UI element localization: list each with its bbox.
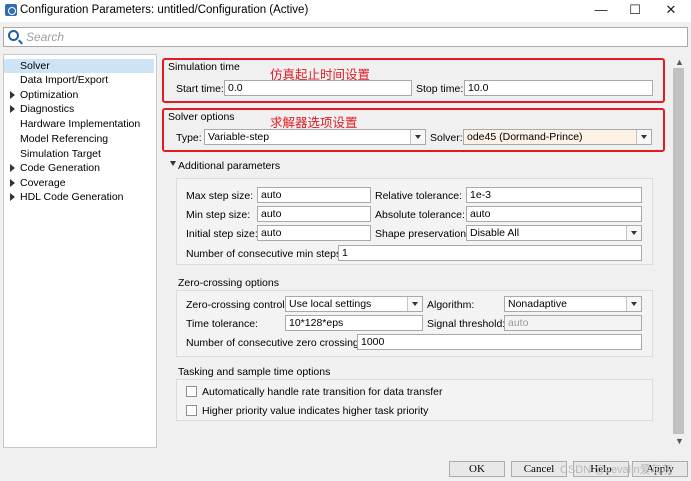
expand-arrow-icon[interactable] bbox=[10, 193, 15, 201]
dropdown-value: Nonadaptive bbox=[508, 298, 567, 310]
chevron-down-icon[interactable] bbox=[636, 130, 651, 144]
algorithm-dropdown[interactable]: Nonadaptive bbox=[504, 296, 642, 312]
consecutive-min-steps-field[interactable]: 1 bbox=[338, 245, 642, 261]
tree-item-optimization[interactable]: Optimization bbox=[4, 88, 154, 102]
simulation-time-title: Simulation time bbox=[168, 61, 240, 73]
higher-priority-checkbox[interactable] bbox=[186, 405, 197, 416]
signal-threshold-field: auto bbox=[504, 315, 642, 331]
initial-step-label: Initial step size: bbox=[186, 228, 258, 240]
watermark: CSDN @zevalin爱灰灰 bbox=[560, 464, 673, 476]
close-button[interactable]: ✕ bbox=[656, 0, 686, 22]
auto-rate-transition-checkbox[interactable] bbox=[186, 386, 197, 397]
solver-dropdown[interactable]: ode45 (Dormand-Prince) bbox=[463, 129, 652, 145]
tree-item-data-import-export[interactable]: Data Import/Export bbox=[4, 73, 154, 87]
consecutive-zero-crossings-label: Number of consecutive zero crossings: bbox=[186, 337, 367, 349]
max-step-label: Max step size: bbox=[186, 190, 254, 202]
collapse-arrow-icon[interactable] bbox=[170, 161, 176, 166]
tree-item-label: Model Referencing bbox=[20, 133, 109, 145]
start-time-label: Start time: bbox=[176, 83, 224, 95]
tree-item-coverage[interactable]: Coverage bbox=[4, 176, 154, 190]
expand-arrow-icon[interactable] bbox=[10, 164, 15, 172]
chevron-down-icon[interactable] bbox=[410, 130, 425, 144]
tree-item-label: Data Import/Export bbox=[20, 74, 109, 86]
tree-item-label: Coverage bbox=[20, 177, 66, 189]
tree-item-model-referencing[interactable]: Model Referencing bbox=[4, 132, 154, 146]
relative-tolerance-label: Relative tolerance: bbox=[375, 190, 462, 202]
tree-item-diagnostics[interactable]: Diagnostics bbox=[4, 102, 154, 116]
tree-item-label: HDL Code Generation bbox=[20, 191, 124, 203]
stop-time-label: Stop time: bbox=[416, 83, 464, 95]
scrollbar-thumb[interactable] bbox=[673, 68, 684, 434]
absolute-tolerance-label: Absolute tolerance: bbox=[375, 209, 465, 221]
dropdown-value: Use local settings bbox=[289, 298, 372, 310]
search-icon bbox=[8, 30, 19, 41]
tree-item-hdl-code-generation[interactable]: HDL Code Generation bbox=[4, 190, 154, 204]
auto-rate-transition-label: Automatically handle rate transition for… bbox=[202, 386, 443, 398]
zero-crossing-control-dropdown[interactable]: Use local settings bbox=[285, 296, 423, 312]
relative-tolerance-field[interactable]: 1e-3 bbox=[466, 187, 642, 203]
tree-item-label: Hardware Implementation bbox=[20, 118, 141, 130]
chevron-down-icon[interactable] bbox=[626, 297, 641, 311]
stop-time-field[interactable]: 10.0 bbox=[464, 80, 653, 96]
additional-parameters-title[interactable]: Additional parameters bbox=[178, 160, 280, 172]
zero-crossing-control-label: Zero-crossing control: bbox=[186, 299, 288, 311]
tree-item-label: Code Generation bbox=[20, 162, 100, 174]
chevron-down-icon[interactable] bbox=[407, 297, 422, 311]
solver-options-title: Solver options bbox=[168, 111, 235, 123]
window-title: Configuration Parameters: untitled/Confi… bbox=[20, 4, 309, 16]
search-box[interactable] bbox=[3, 27, 688, 47]
cancel-button[interactable]: Cancel bbox=[511, 461, 567, 477]
tree-item-label: Optimization bbox=[20, 89, 79, 101]
expand-arrow-icon[interactable] bbox=[10, 179, 15, 187]
type-label: Type: bbox=[176, 132, 202, 144]
absolute-tolerance-field[interactable]: auto bbox=[466, 206, 642, 222]
time-tolerance-label: Time tolerance: bbox=[186, 318, 258, 330]
title-bar: Configuration Parameters: untitled/Confi… bbox=[0, 0, 691, 22]
signal-threshold-label: Signal threshold: bbox=[427, 318, 506, 330]
dropdown-value: Disable All bbox=[470, 227, 520, 239]
dropdown-value: ode45 (Dormand-Prince) bbox=[467, 131, 583, 143]
minimize-button[interactable]: — bbox=[586, 0, 616, 22]
tree-item-label: Simulation Target bbox=[20, 148, 101, 160]
tree-item-simulation-target[interactable]: Simulation Target bbox=[4, 147, 154, 161]
solver-type-dropdown[interactable]: Variable-step bbox=[204, 129, 426, 145]
tree-item-code-generation[interactable]: Code Generation bbox=[4, 161, 154, 175]
initial-step-field[interactable]: auto bbox=[257, 225, 371, 241]
expand-arrow-icon[interactable] bbox=[10, 105, 15, 113]
search-input[interactable] bbox=[26, 29, 676, 45]
category-tree: Solver Data Import/Export Optimization D… bbox=[3, 54, 157, 448]
shape-preservation-label: Shape preservation: bbox=[375, 228, 469, 240]
simulink-app-icon bbox=[5, 4, 17, 16]
solver-label: Solver: bbox=[430, 132, 463, 144]
tree-item-label: Diagnostics bbox=[20, 103, 75, 115]
maximize-button[interactable]: ☐ bbox=[620, 0, 650, 22]
start-time-field[interactable]: 0.0 bbox=[224, 80, 412, 96]
algorithm-label: Algorithm: bbox=[427, 299, 475, 311]
min-step-label: Min step size: bbox=[186, 209, 251, 221]
tasking-title: Tasking and sample time options bbox=[178, 366, 331, 378]
dropdown-value: Variable-step bbox=[208, 131, 270, 143]
max-step-field[interactable]: auto bbox=[257, 187, 371, 203]
ok-button[interactable]: OK bbox=[449, 461, 505, 477]
consecutive-zero-crossings-field[interactable]: 1000 bbox=[357, 334, 642, 350]
scroll-down-icon[interactable]: ▼ bbox=[671, 435, 688, 447]
expand-arrow-icon[interactable] bbox=[10, 91, 15, 99]
tree-item-solver[interactable]: Solver bbox=[4, 59, 154, 73]
chevron-down-icon[interactable] bbox=[626, 226, 641, 240]
scroll-up-icon[interactable]: ▲ bbox=[671, 56, 688, 68]
tree-item-label: Solver bbox=[20, 60, 50, 72]
time-tolerance-field[interactable]: 10*128*eps bbox=[285, 315, 423, 331]
min-step-field[interactable]: auto bbox=[257, 206, 371, 222]
shape-preservation-dropdown[interactable]: Disable All bbox=[466, 225, 642, 241]
higher-priority-label: Higher priority value indicates higher t… bbox=[202, 405, 429, 417]
consecutive-min-steps-label: Number of consecutive min steps: bbox=[186, 248, 345, 260]
zero-crossing-title: Zero-crossing options bbox=[178, 277, 279, 289]
tree-item-hardware-implementation[interactable]: Hardware Implementation bbox=[4, 117, 154, 131]
